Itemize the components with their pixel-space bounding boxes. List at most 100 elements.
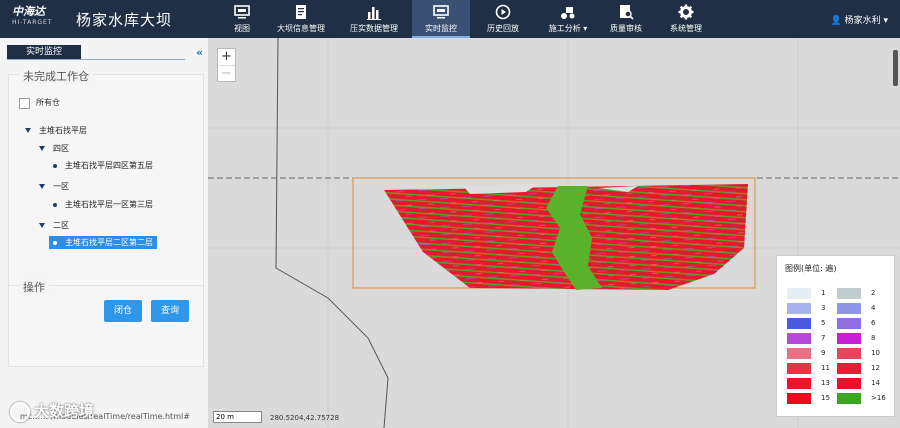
tree-leaf[interactable]: 主堆石找平层一区第三层	[53, 199, 153, 210]
nav-label: 系统管理	[670, 24, 702, 33]
bar-chart-icon	[367, 7, 381, 20]
watermark: 大数跨境	[10, 400, 94, 422]
query-button[interactable]: 查询	[151, 300, 189, 322]
map-scrollbar[interactable]	[893, 50, 898, 86]
collapse-panel-icon[interactable]: «	[196, 46, 203, 59]
zoom-control: + −	[217, 48, 236, 82]
legend-label: 14	[871, 379, 880, 387]
nav-item-construction-analysis[interactable]: 施工分析 ▾	[542, 0, 594, 38]
legend-swatch	[787, 378, 811, 389]
logo-sub-text: HI-TARGET	[12, 19, 53, 26]
select-all-label: 所有仓	[36, 98, 60, 107]
monitor-icon	[433, 5, 449, 19]
legend-label: 15	[821, 394, 830, 402]
bullet-icon	[53, 240, 57, 245]
play-icon	[495, 4, 511, 20]
legend-swatch	[787, 333, 811, 344]
nav-item-history-playback[interactable]: 历史回放	[478, 0, 528, 38]
pass-count-legend: 图例(单位: 遍) 1 2 3 4 5 6 7 8 9 10 11 12 13 14 15 >16	[776, 255, 895, 417]
bullet-icon	[53, 202, 57, 207]
tree-node-section[interactable]: 四区	[39, 143, 69, 154]
legend-swatch	[837, 318, 861, 329]
map-view[interactable]: + − 20 m 280.5204,42.75728 图例(单位: 遍) 123…	[208, 38, 900, 428]
legend-swatch	[787, 393, 811, 404]
nav-item-view[interactable]: 视图	[222, 0, 262, 38]
nav-label: 质量审核	[610, 24, 642, 33]
user-name: 杨家水利	[844, 16, 881, 26]
legend-label: 5	[821, 319, 826, 327]
tree-node-label: 主堆石找平层	[39, 126, 87, 135]
nav-label: 视图	[234, 24, 250, 33]
tree-node-label: 四区	[53, 144, 69, 153]
tree-node-section[interactable]: 一区	[39, 181, 69, 192]
operations-group: 操作 闭仓 查询	[8, 279, 204, 367]
coordinate-readout: 280.5204,42.75728	[270, 414, 340, 422]
legend-label: 4	[871, 304, 876, 312]
panel-tab-underline	[7, 59, 185, 60]
legend-swatch	[837, 393, 861, 404]
group-title: 未完成工作仓	[19, 68, 93, 84]
nav-item-system-management[interactable]: 系统管理	[660, 0, 712, 38]
legend-label: 2	[871, 289, 876, 297]
tree-leaf-label: 主堆石找平层四区第五层	[65, 161, 153, 170]
expand-icon[interactable]	[39, 184, 45, 189]
nav-item-compaction-data[interactable]: 压实数据管理	[342, 0, 406, 38]
zoom-in-button[interactable]: +	[218, 49, 235, 65]
top-navigation-bar: 中海达 HI-TARGET 杨家水库大坝 视图 大坝信息管理 压实数据管理 实时…	[0, 0, 900, 38]
left-panel: 实时监控 « 未完成工作仓 所有仓 主堆石找平层 四区 主堆石找平层四区第五层 …	[0, 38, 209, 428]
group-title: 操作	[19, 279, 49, 295]
user-menu[interactable]: 👤 杨家水利 ▾	[830, 13, 888, 26]
document-icon	[296, 5, 306, 19]
tree-leaf-label: 主堆石找平层二区第二层	[65, 238, 153, 247]
scale-bar: 20 m	[213, 411, 262, 423]
gear-icon	[678, 4, 694, 20]
select-all-checkbox[interactable]	[19, 98, 30, 109]
legend-swatch	[837, 288, 861, 299]
legend-swatch	[787, 348, 811, 359]
expand-icon[interactable]	[39, 146, 45, 151]
company-logo: 中海达 HI-TARGET	[12, 5, 60, 33]
zoom-out-button[interactable]: −	[218, 65, 235, 82]
close-warehouse-button[interactable]: 闭仓	[104, 300, 142, 322]
legend-label: 9	[821, 349, 826, 357]
nav-label: 施工分析 ▾	[548, 24, 588, 33]
legend-label: 11	[821, 364, 830, 372]
expand-icon[interactable]	[39, 223, 45, 228]
legend-swatch	[837, 333, 861, 344]
logo-main-text: 中海达	[12, 5, 45, 18]
legend-swatch	[787, 288, 811, 299]
legend-swatch	[837, 348, 861, 359]
legend-label: >16	[871, 394, 886, 402]
chevron-down-icon: ▾	[883, 16, 888, 26]
legend-label: 3	[821, 304, 826, 312]
legend-label: 8	[871, 334, 876, 342]
tree-node-root[interactable]: 主堆石找平层	[25, 125, 87, 136]
tree-node-label: 一区	[53, 182, 69, 191]
nav-item-dam-info[interactable]: 大坝信息管理	[270, 0, 332, 38]
watermark-text: 大数跨境	[34, 402, 95, 420]
report-icon	[620, 5, 634, 20]
legend-swatch	[787, 318, 811, 329]
legend-label: 1	[821, 289, 826, 297]
unfinished-warehouse-group: 未完成工作仓 所有仓 主堆石找平层 四区 主堆石找平层四区第五层 一区 主堆石找…	[8, 68, 204, 288]
monitor-icon	[234, 5, 250, 19]
tree-node-section[interactable]: 二区	[39, 220, 69, 231]
legend-label: 13	[821, 379, 830, 387]
nav-item-realtime-monitor[interactable]: 实时监控	[412, 0, 470, 38]
tree-leaf-label: 主堆石找平层一区第三层	[65, 200, 153, 209]
user-icon: 👤	[830, 16, 842, 26]
nav-item-quality-review[interactable]: 质量审核	[602, 0, 650, 38]
legend-swatch	[787, 303, 811, 314]
nav-label: 实时监控	[425, 24, 457, 33]
panel-tab-realtime[interactable]: 实时监控	[7, 45, 81, 59]
legend-swatch	[787, 363, 811, 374]
tree-leaf[interactable]: 主堆石找平层四区第五层	[53, 160, 153, 171]
legend-label: 6	[871, 319, 876, 327]
tree-leaf-selected[interactable]: 主堆石找平层二区第二层	[49, 236, 157, 249]
legend-title: 图例(单位: 遍)	[785, 264, 837, 273]
legend-label: 10	[871, 349, 880, 357]
expand-icon[interactable]	[25, 128, 31, 133]
legend-label: 7	[821, 334, 826, 342]
legend-label: 12	[871, 364, 880, 372]
dam-boundary-line	[275, 38, 389, 428]
